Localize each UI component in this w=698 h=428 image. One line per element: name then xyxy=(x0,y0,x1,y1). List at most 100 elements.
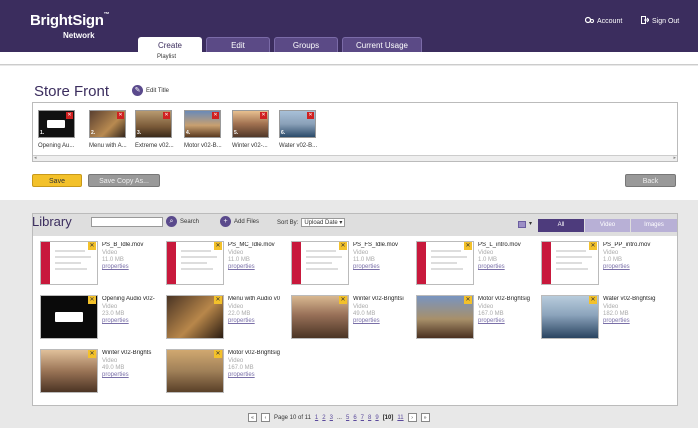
select-checkbox[interactable]: ✕ xyxy=(464,242,472,250)
item-type: Video xyxy=(228,304,244,310)
save-copy-as-button[interactable]: Save Copy As... xyxy=(88,174,160,187)
library-item[interactable]: ✕ Motor v02-Brightsig Video 167.0 MB pro… xyxy=(166,349,286,399)
tab-create[interactable]: Create xyxy=(138,37,202,52)
next-page-icon[interactable]: › xyxy=(407,413,417,422)
remove-icon[interactable]: ✕ xyxy=(307,112,314,119)
remove-icon[interactable]: ✕ xyxy=(117,112,124,119)
select-checkbox[interactable]: ✕ xyxy=(88,296,96,304)
properties-link[interactable]: properties xyxy=(102,264,129,270)
back-button[interactable]: Back xyxy=(625,174,676,187)
playlist-item[interactable]: 5. ✕ xyxy=(232,110,269,138)
tab-current-usage[interactable]: Current Usage xyxy=(342,37,422,52)
sort-select[interactable]: Upload Date ▾ xyxy=(301,218,346,227)
scroll-left-icon[interactable]: ◂ xyxy=(34,155,37,161)
select-checkbox[interactable]: ✕ xyxy=(88,350,96,358)
properties-link[interactable]: properties xyxy=(228,372,255,378)
properties-link[interactable]: properties xyxy=(478,264,505,270)
page-link[interactable]: 7 xyxy=(361,415,364,421)
remove-icon[interactable]: ✕ xyxy=(212,112,219,119)
playlist-item[interactable]: 6. ✕ xyxy=(279,110,316,138)
tab-groups[interactable]: Groups xyxy=(274,37,338,52)
library-item[interactable]: ✕ PS_L_intro.mov Video 1.0 MB properties xyxy=(416,241,536,291)
header-bar: BrightSign™ Network Account Sign Out Cre… xyxy=(0,0,698,52)
select-checkbox[interactable]: ✕ xyxy=(214,242,222,250)
prev-page-icon[interactable]: ‹ xyxy=(261,413,270,422)
library-item[interactable]: ✕ Water v02-Brightsig Video 182.0 MB pro… xyxy=(541,295,661,345)
properties-link[interactable]: properties xyxy=(228,264,255,270)
sign-out-link[interactable]: Sign Out xyxy=(641,16,679,26)
add-files-button[interactable]: + Add Files xyxy=(220,216,259,227)
playlist-item-label: Motor v02-B... xyxy=(184,143,222,149)
library-item[interactable]: ✕ Menu with Audio v0 Video 22.0 MB prope… xyxy=(166,295,286,345)
select-checkbox[interactable]: ✕ xyxy=(589,296,597,304)
sign-out-icon xyxy=(641,16,650,26)
properties-link[interactable]: properties xyxy=(353,264,380,270)
last-page-icon[interactable]: » xyxy=(420,413,430,422)
filter-tab-all[interactable]: All xyxy=(538,219,584,232)
playlist-item[interactable]: 3. ✕ xyxy=(135,110,172,138)
library-item[interactable]: ✕ PS_B_Idle.mov Video 11.0 MB properties xyxy=(40,241,160,291)
properties-link[interactable]: properties xyxy=(102,318,129,324)
page-ellipsis: ... xyxy=(336,414,342,421)
properties-link[interactable]: properties xyxy=(353,318,380,324)
view-dropdown-icon[interactable]: ▾ xyxy=(529,220,532,227)
page-link[interactable]: 11 xyxy=(397,415,403,421)
library-item[interactable]: ✕ Winter v02-Brightsi Video 49.0 MB prop… xyxy=(291,295,411,345)
search-input[interactable] xyxy=(91,217,163,227)
playlist-item-number: 6. xyxy=(281,130,286,136)
library-item[interactable]: ✕ PS_PP_intro.mov Video 1.0 MB propertie… xyxy=(541,241,661,291)
first-page-icon[interactable]: « xyxy=(248,413,257,422)
select-checkbox[interactable]: ✕ xyxy=(214,296,222,304)
select-checkbox[interactable]: ✕ xyxy=(339,242,347,250)
item-type: Video xyxy=(353,304,369,310)
scroll-right-icon[interactable]: ▸ xyxy=(673,155,676,161)
properties-link[interactable]: properties xyxy=(102,372,129,378)
library-item[interactable]: ✕ Opening Audio v02- Video 23.0 MB prope… xyxy=(40,295,160,345)
page-link[interactable]: 1 xyxy=(315,415,318,421)
edit-title-button[interactable]: ✎ Edit Title xyxy=(132,85,169,96)
page-link[interactable]: 8 xyxy=(368,415,371,421)
page-link[interactable]: 3 xyxy=(330,415,333,421)
library-item[interactable]: ✕ PS_FS_Idle.mov Video 11.0 MB propertie… xyxy=(291,241,411,291)
item-type: Video xyxy=(228,358,244,364)
properties-link[interactable]: properties xyxy=(603,318,630,324)
playlist-item[interactable]: 2. ✕ xyxy=(89,110,126,138)
tab-edit[interactable]: Edit xyxy=(206,37,270,52)
sort-select-value: Upload Date xyxy=(304,220,338,226)
remove-icon[interactable]: ✕ xyxy=(260,112,267,119)
page-link[interactable]: 5 xyxy=(346,415,349,421)
playlist-item-label: Extreme v02... xyxy=(135,143,174,149)
select-checkbox[interactable]: ✕ xyxy=(589,242,597,250)
library-item[interactable]: ✕ PS_MC_Idle.mov Video 11.0 MB propertie… xyxy=(166,241,286,291)
filter-tab-images[interactable]: Images xyxy=(631,219,677,232)
view-toggle-icon[interactable] xyxy=(518,221,526,228)
search-button[interactable]: ⌕ Search xyxy=(166,216,199,227)
library-item[interactable]: ✕ Winter v02-Brights Video 49.0 MB prope… xyxy=(40,349,160,399)
page-link[interactable]: 2 xyxy=(322,415,325,421)
select-checkbox[interactable]: ✕ xyxy=(214,350,222,358)
playlist-item[interactable]: 1. ✕ xyxy=(38,110,75,138)
playlist-item-label: Winter v02-... xyxy=(232,143,268,149)
gear-icon xyxy=(584,16,594,26)
library-item[interactable]: ✕ Motor v02-Brightsig Video 167.0 MB pro… xyxy=(416,295,536,345)
select-checkbox[interactable]: ✕ xyxy=(339,296,347,304)
brightsign-logo[interactable]: BrightSign™ xyxy=(30,12,110,29)
save-button[interactable]: Save xyxy=(32,174,82,187)
filter-tab-video[interactable]: Video xyxy=(585,219,630,232)
remove-icon[interactable]: ✕ xyxy=(163,112,170,119)
subtab-playlist[interactable]: Playlist xyxy=(157,54,176,60)
properties-link[interactable]: properties xyxy=(228,318,255,324)
page-link[interactable]: 9 xyxy=(375,415,378,421)
item-size: 1.0 MB xyxy=(603,257,623,263)
account-link[interactable]: Account xyxy=(584,16,622,26)
playlist-item[interactable]: 4. ✕ xyxy=(184,110,221,138)
remove-icon[interactable]: ✕ xyxy=(66,112,73,119)
select-checkbox[interactable]: ✕ xyxy=(464,296,472,304)
playlist-item-number: 1. xyxy=(40,130,45,136)
properties-link[interactable]: properties xyxy=(478,318,505,324)
playlist-scrollbar[interactable]: ◂ ▸ xyxy=(33,155,677,161)
page-link[interactable]: 6 xyxy=(353,415,356,421)
properties-link[interactable]: properties xyxy=(603,264,630,270)
item-type: Video xyxy=(603,304,619,310)
select-checkbox[interactable]: ✕ xyxy=(88,242,96,250)
